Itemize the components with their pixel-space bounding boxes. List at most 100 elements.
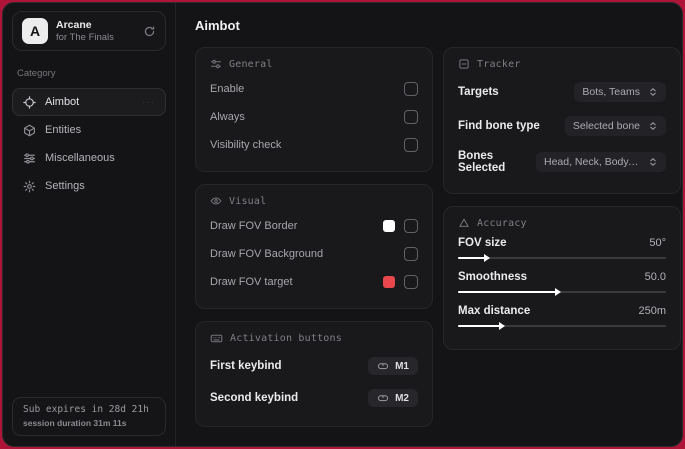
setting-label: Enable: [210, 83, 245, 95]
subscription-info: Sub expires in 28d 21h session duration …: [12, 397, 166, 436]
smoothness-slider[interactable]: [458, 287, 666, 297]
general-icon: [210, 58, 222, 70]
main-content: Aimbot General Enable Always Visibility …: [176, 3, 682, 446]
category-label: Category: [17, 68, 56, 79]
cube-icon: [23, 124, 36, 137]
find-bone-type-dropdown[interactable]: Selected bone: [564, 116, 666, 136]
fov-background-checkbox[interactable]: [404, 247, 418, 261]
visibility-check-checkbox[interactable]: [404, 138, 418, 152]
slider-value: 250m: [638, 305, 666, 317]
crosshair-icon: [23, 95, 36, 109]
setting-label: Draw FOV target: [210, 276, 293, 288]
setting-row-max-distance: Max distance 250m: [458, 305, 666, 317]
chevron-updown-icon: [648, 121, 658, 131]
setting-row-always: Always: [210, 103, 418, 131]
slider-value: 50.0: [644, 271, 666, 283]
sidebar-item-hint: ···: [142, 96, 155, 108]
card-title: Visual: [229, 195, 267, 207]
second-keybind-button[interactable]: M2: [368, 389, 418, 407]
brand-logo: A: [22, 18, 48, 44]
setting-row-first-keybind: First keybind M1: [210, 350, 418, 382]
card-title: Accuracy: [477, 217, 527, 229]
card-title: Tracker: [477, 58, 521, 70]
setting-label: Smoothness: [458, 271, 528, 283]
sidebar: A Arcane for The Finals Category Aimbot …: [3, 3, 176, 446]
slider-thumb[interactable]: [554, 288, 561, 296]
setting-label: Max distance: [458, 305, 531, 317]
fov-border-color-swatch[interactable]: [383, 220, 395, 232]
enable-checkbox[interactable]: [404, 82, 418, 96]
slider-thumb[interactable]: [484, 254, 491, 262]
chevron-updown-icon: [648, 157, 658, 167]
sync-icon[interactable]: [143, 25, 156, 38]
setting-label: Bones Selected: [458, 150, 506, 174]
setting-row-fov-background: Draw FOV Background: [210, 240, 418, 268]
keybind-value: M1: [395, 360, 409, 372]
card-general: General Enable Always Visibility check: [195, 47, 433, 172]
setting-row-smoothness: Smoothness 50.0: [458, 271, 666, 283]
bones-selected-dropdown[interactable]: Head, Neck, Body, Pe..: [536, 152, 666, 172]
mouse-icon: [377, 392, 389, 404]
mouse-icon: [377, 360, 389, 372]
sliders-icon: [23, 152, 36, 165]
slider-value: 50°: [649, 237, 666, 249]
card-activation-buttons: Activation buttons First keybind M1 Seco…: [195, 321, 433, 427]
card-visual: Visual Draw FOV Border Draw FOV Backgrou…: [195, 184, 433, 309]
setting-row-enable: Enable: [210, 75, 418, 103]
card-accuracy: Accuracy FOV size 50° Smoothness 50.0 Ma…: [443, 206, 681, 350]
sidebar-item-settings[interactable]: Settings: [12, 172, 166, 200]
setting-label: Second keybind: [210, 392, 299, 404]
card-tracker: Tracker Targets Bots, Teams Find bone ty…: [443, 47, 681, 194]
setting-row-find-bone-type: Find bone type Selected bone: [458, 109, 666, 143]
sidebar-item-label: Miscellaneous: [45, 152, 115, 164]
gear-icon: [23, 180, 36, 193]
sidebar-item-label: Aimbot: [45, 96, 80, 108]
setting-row-bones-selected: Bones Selected Head, Neck, Body, Pe..: [458, 143, 666, 181]
setting-row-second-keybind: Second keybind M2: [210, 382, 418, 414]
fov-target-checkbox[interactable]: [404, 275, 418, 289]
dropdown-value: Selected bone: [572, 120, 640, 132]
sidebar-item-entities[interactable]: Entities: [12, 116, 166, 144]
slider-thumb[interactable]: [498, 322, 505, 330]
max-distance-slider[interactable]: [458, 321, 666, 331]
fov-target-color-swatch[interactable]: [383, 276, 395, 288]
keyboard-icon: [210, 332, 223, 345]
fov-size-slider[interactable]: [458, 253, 666, 263]
sidebar-item-label: Entities: [45, 124, 82, 136]
setting-row-fov-target: Draw FOV target: [210, 268, 418, 296]
setting-row-visibility-check: Visibility check: [210, 131, 418, 159]
setting-label: Find bone type: [458, 120, 540, 132]
tracker-icon: [458, 58, 470, 70]
setting-label: Always: [210, 111, 245, 123]
fov-border-checkbox[interactable]: [404, 219, 418, 233]
keybind-value: M2: [395, 392, 409, 404]
brand-subtitle: for The Finals: [56, 32, 114, 43]
setting-row-targets: Targets Bots, Teams: [458, 75, 666, 109]
chevron-updown-icon: [648, 87, 658, 97]
sidebar-item-miscellaneous[interactable]: Miscellaneous: [12, 144, 166, 172]
setting-label: Visibility check: [210, 139, 282, 151]
setting-label: First keybind: [210, 360, 282, 372]
sidebar-item-label: Settings: [45, 180, 85, 192]
session-duration-text: session duration 31m 11s: [23, 418, 127, 428]
brand-name: Arcane: [56, 19, 92, 31]
setting-label: Draw FOV Border: [210, 220, 298, 232]
setting-label: Targets: [458, 86, 499, 98]
sub-expiry-text: Sub expires in 28d 21h: [23, 404, 149, 415]
setting-row-fov-border: Draw FOV Border: [210, 212, 418, 240]
always-checkbox[interactable]: [404, 110, 418, 124]
eye-icon: [210, 195, 222, 207]
targets-dropdown[interactable]: Bots, Teams: [574, 82, 666, 102]
sidebar-item-aimbot[interactable]: Aimbot ···: [12, 88, 166, 116]
app-window: A Arcane for The Finals Category Aimbot …: [2, 2, 683, 447]
brand-card: A Arcane for The Finals: [12, 11, 166, 51]
dropdown-value: Head, Neck, Body, Pe..: [544, 156, 640, 168]
card-title: Activation buttons: [230, 333, 342, 344]
card-title: General: [229, 58, 273, 70]
accuracy-icon: [458, 217, 470, 229]
setting-label: Draw FOV Background: [210, 248, 324, 260]
setting-row-fov-size: FOV size 50°: [458, 237, 666, 249]
setting-label: FOV size: [458, 237, 507, 249]
first-keybind-button[interactable]: M1: [368, 357, 418, 375]
dropdown-value: Bots, Teams: [582, 86, 640, 98]
